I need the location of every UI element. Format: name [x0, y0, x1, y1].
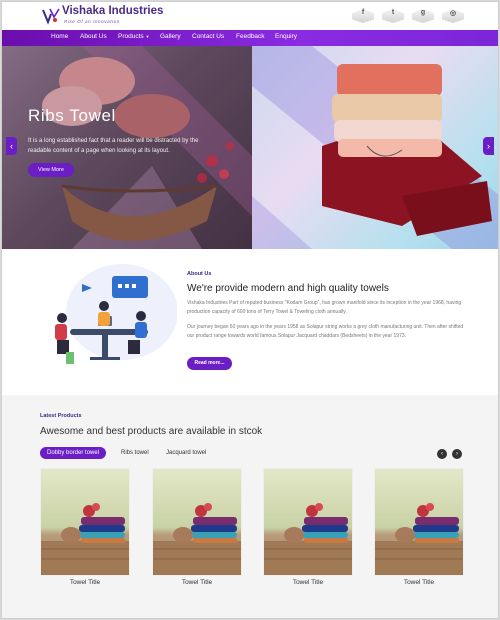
product-card-title[interactable]: Towel Title	[40, 579, 130, 586]
slider-next-icon[interactable]: ›	[483, 137, 494, 155]
tab-dobby-border-towel[interactable]: Dobby border towel	[40, 447, 107, 459]
google-plus-icon[interactable]: g	[412, 5, 434, 27]
view-more-button[interactable]: View More	[28, 163, 74, 177]
products-next-icon[interactable]: ›	[452, 449, 462, 459]
logo-icon[interactable]	[42, 7, 60, 25]
nav-enquiry[interactable]: Enquiry	[275, 33, 297, 40]
about-paragraph-1: Vishaka Industries Part of reputed busin…	[187, 300, 462, 315]
nav-home[interactable]: Home	[51, 33, 68, 40]
instagram-icon[interactable]: ◎	[442, 5, 464, 27]
products-prev-icon[interactable]: ‹	[437, 449, 447, 459]
product-card-title[interactable]: Towel Title	[374, 579, 464, 586]
product-image	[375, 469, 463, 575]
product-card[interactable]	[263, 468, 353, 576]
nav-products[interactable]: Products ▼	[118, 33, 149, 40]
chevron-down-icon: ▼	[145, 34, 150, 39]
about-label: About Us	[187, 271, 212, 277]
products-title: Awesome and best products are available …	[40, 426, 263, 437]
folded-towels-image	[252, 46, 498, 249]
product-card-title[interactable]: Towel Title	[152, 579, 242, 586]
tab-ribs-towel[interactable]: Ribs towel	[121, 447, 149, 459]
latest-products-section: Latest Products Awesome and best product…	[2, 395, 498, 618]
about-paragraph-2: Our journey began 50 years ago in the ye…	[187, 324, 464, 339]
hero-text: It is a long established fact that a rea…	[28, 138, 199, 154]
brand-name[interactable]: Vishaka Industries	[62, 5, 163, 17]
header: Vishaka Industries Rise Of an Innovation…	[2, 2, 498, 30]
nav-products-label: Products	[118, 33, 144, 40]
read-more-button[interactable]: Read more...	[187, 357, 232, 370]
nav-about-us[interactable]: About Us	[80, 33, 107, 40]
product-image	[153, 469, 241, 575]
slider-prev-icon[interactable]: ‹	[6, 137, 17, 155]
product-card[interactable]	[152, 468, 242, 576]
nav-contact-us[interactable]: Contact Us	[192, 33, 224, 40]
product-image	[41, 469, 129, 575]
product-card-title[interactable]: Towel Title	[263, 579, 353, 586]
nav-feedback[interactable]: Feedback	[236, 33, 265, 40]
page: Vishaka Industries Rise Of an Innovation…	[1, 1, 499, 619]
team-meeting-illustration	[55, 264, 177, 364]
about-title: We're provide modern and high quality to…	[187, 283, 389, 294]
product-card[interactable]	[374, 468, 464, 576]
main-nav: Home About Us Products ▼ Gallery Contact…	[2, 30, 498, 46]
products-label: Latest Products	[40, 413, 82, 419]
product-image	[264, 469, 352, 575]
hero-image-right	[252, 46, 498, 249]
product-card[interactable]	[40, 468, 130, 576]
nav-gallery[interactable]: Gallery	[160, 33, 181, 40]
twitter-icon[interactable]: t	[382, 5, 404, 27]
facebook-icon[interactable]: f	[352, 5, 374, 27]
hero-title: Ribs Towel	[28, 106, 116, 125]
tab-jacquard-towel[interactable]: Jacquard towel	[166, 447, 206, 459]
brand-tagline: Rise Of an Innovation	[64, 19, 120, 24]
hero-slider: Ribs Towel It is a long established fact…	[2, 46, 498, 249]
